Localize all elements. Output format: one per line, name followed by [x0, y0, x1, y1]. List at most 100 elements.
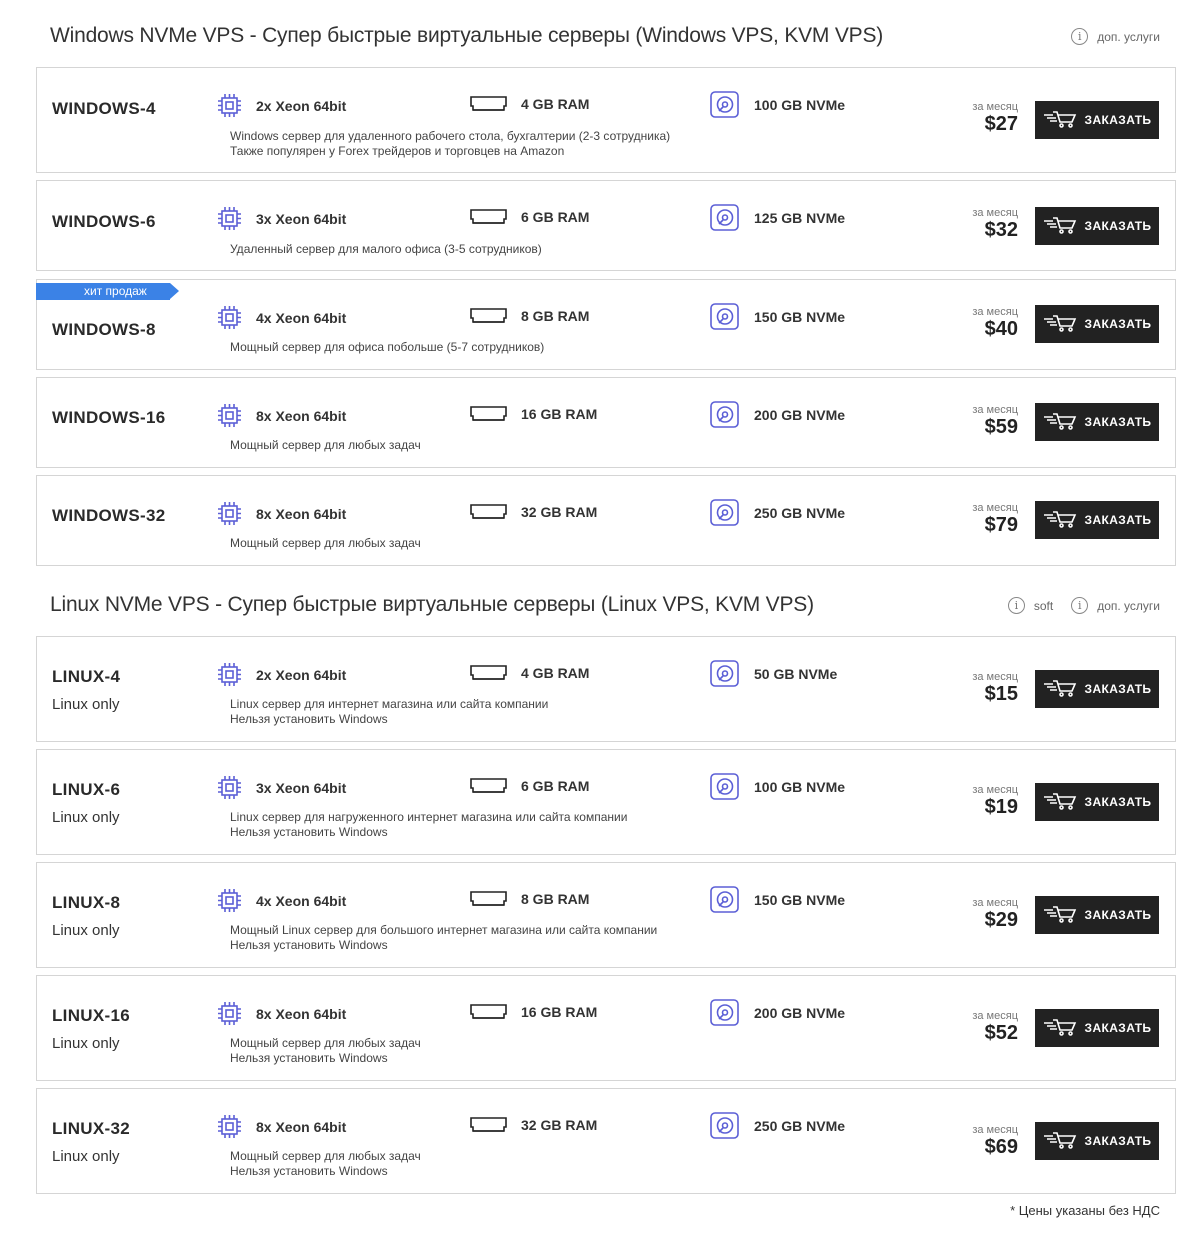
disk-label: 100 GB NVMe: [754, 778, 846, 795]
soft-label: soft: [1033, 598, 1054, 613]
order-button-label: ЗАКАЗАТЬ: [1084, 908, 1152, 922]
ram-spec: 6 GB RAM: [470, 207, 589, 227]
price-value: $15: [984, 683, 1018, 705]
per-month-label: за месяц: [972, 671, 1018, 683]
plan-name: WINDOWS-8: [52, 320, 156, 339]
order-button[interactable]: ЗАКАЗАТЬ: [1035, 1122, 1159, 1160]
cart-icon: [1043, 1018, 1077, 1039]
cart-icon: [1043, 510, 1077, 531]
ram-spec: 32 GB RAM: [470, 1115, 597, 1135]
extra-services-link[interactable]: i доп. услуги: [1071, 28, 1160, 45]
section-title-linux: Linux NVMe VPS - Супер быстрые виртуальн…: [50, 593, 814, 616]
price-box: за месяц $19: [972, 784, 1018, 818]
plan-description: Windows сервер для удаленного рабочего с…: [230, 129, 670, 159]
order-button-label: ЗАКАЗАТЬ: [1084, 317, 1152, 331]
disk-spec: 50 GB NVMe: [710, 660, 837, 687]
disk-spec: 100 GB NVMe: [710, 773, 845, 800]
disk-icon: [710, 204, 739, 231]
cpu-spec: 4x Xeon 64bit: [217, 888, 346, 913]
description-line-1: Windows сервер для удаленного рабочего с…: [230, 129, 671, 143]
disk-icon: [710, 499, 739, 526]
plan-name: LINUX-32: [52, 1119, 130, 1138]
order-button[interactable]: ЗАКАЗАТЬ: [1035, 670, 1159, 708]
disk-icon: [710, 773, 739, 800]
order-button[interactable]: ЗАКАЗАТЬ: [1035, 305, 1159, 343]
disk-label: 125 GB NVMe: [754, 209, 846, 226]
ram-icon: [470, 404, 507, 424]
linux-section-header: Linux NVMe VPS - Супер быстрые виртуальн…: [0, 593, 1181, 623]
order-button[interactable]: ЗАКАЗАТЬ: [1035, 101, 1159, 139]
disk-spec: 100 GB NVMe: [710, 91, 845, 118]
cart-icon: [1043, 679, 1077, 700]
price-value: $69: [984, 1136, 1018, 1158]
order-button[interactable]: ЗАКАЗАТЬ: [1035, 783, 1159, 821]
price-value: $59: [984, 416, 1018, 438]
ram-spec: 4 GB RAM: [470, 663, 589, 683]
ram-label: 32 GB RAM: [521, 504, 598, 520]
cpu-label: 3x Xeon 64bit: [256, 779, 347, 796]
disk-spec: 200 GB NVMe: [710, 401, 845, 428]
extra-services-label: доп. услуги: [1097, 598, 1160, 613]
order-button-label: ЗАКАЗАТЬ: [1084, 682, 1152, 696]
price-box: за месяц $15: [972, 671, 1018, 705]
ram-icon: [470, 776, 507, 796]
disk-label: 150 GB NVMe: [754, 308, 846, 325]
soft-link[interactable]: i soft: [1007, 597, 1054, 614]
disk-label: 100 GB NVMe: [754, 96, 846, 113]
disk-spec: 200 GB NVMe: [710, 999, 845, 1026]
per-month-label: за месяц: [972, 404, 1018, 416]
order-button-label: ЗАКАЗАТЬ: [1084, 1021, 1152, 1035]
disk-label: 250 GB NVMe: [754, 1117, 846, 1134]
cpu-label: 2x Xeon 64bit: [256, 97, 347, 114]
price-box: за месяц $59: [972, 404, 1018, 438]
ram-icon: [470, 663, 507, 683]
disk-spec: 250 GB NVMe: [710, 499, 845, 526]
cpu-spec: 8x Xeon 64bit: [217, 403, 346, 428]
cpu-label: 8x Xeon 64bit: [256, 1005, 347, 1022]
ram-label: 8 GB RAM: [521, 891, 590, 907]
order-button[interactable]: ЗАКАЗАТЬ: [1035, 896, 1159, 934]
extra-services-link[interactable]: i доп. услуги: [1071, 597, 1160, 614]
cpu-label: 2x Xeon 64bit: [256, 666, 347, 683]
plan-name: WINDOWS-32: [52, 506, 166, 525]
description-line-1: Мощный сервер для любых задач: [230, 438, 421, 452]
disk-label: 50 GB NVMe: [754, 665, 838, 682]
plan-name: LINUX-4: [52, 667, 121, 686]
ram-icon: [470, 1002, 507, 1022]
cart-icon: [1043, 216, 1077, 237]
plan-card-windows-16: WINDOWS-16 8x Xeon 64bit 16 GB RAM 200 G…: [36, 377, 1176, 468]
ram-icon: [470, 1115, 507, 1135]
cpu-spec: 8x Xeon 64bit: [217, 1114, 346, 1139]
order-button[interactable]: ЗАКАЗАТЬ: [1035, 403, 1159, 441]
ram-icon: [470, 94, 507, 114]
price-box: за месяц $32: [972, 207, 1018, 241]
cpu-icon: [217, 775, 242, 800]
disk-label: 200 GB NVMe: [754, 406, 846, 423]
order-button[interactable]: ЗАКАЗАТЬ: [1035, 501, 1159, 539]
price-value: $29: [984, 909, 1018, 931]
plan-name: WINDOWS-16: [52, 408, 166, 427]
ram-spec: 8 GB RAM: [470, 889, 589, 909]
price-value: $52: [984, 1022, 1018, 1044]
vat-footnote: * Цены указаны без НДС: [1010, 1203, 1160, 1218]
order-button-label: ЗАКАЗАТЬ: [1084, 795, 1152, 809]
order-button-label: ЗАКАЗАТЬ: [1084, 219, 1152, 233]
cpu-label: 4x Xeon 64bit: [256, 892, 347, 909]
plan-name: LINUX-16: [52, 1006, 130, 1025]
order-button[interactable]: ЗАКАЗАТЬ: [1035, 1009, 1159, 1047]
plan-description: Мощный сервер для офиса побольше (5-7 со…: [230, 340, 544, 355]
disk-icon: [710, 886, 739, 913]
description-line-1: Linux сервер для нагруженного интернет м…: [230, 810, 628, 824]
description-line-1: Мощный сервер для любых задач: [230, 1036, 421, 1050]
price-value: $40: [984, 318, 1018, 340]
price-value: $27: [984, 113, 1018, 135]
disk-label: 250 GB NVMe: [754, 504, 846, 521]
price-value: $19: [984, 796, 1018, 818]
extra-services-label: доп. услуги: [1097, 29, 1160, 44]
order-button[interactable]: ЗАКАЗАТЬ: [1035, 207, 1159, 245]
ram-spec: 16 GB RAM: [470, 1002, 597, 1022]
description-line-2: Нельзя установить Windows: [230, 1051, 388, 1065]
description-line-2: Нельзя установить Windows: [230, 825, 388, 839]
ram-label: 6 GB RAM: [521, 209, 590, 225]
plan-card-windows-8: хит продаж WINDOWS-8 4x Xeon 64bit 8 GB …: [36, 279, 1176, 370]
